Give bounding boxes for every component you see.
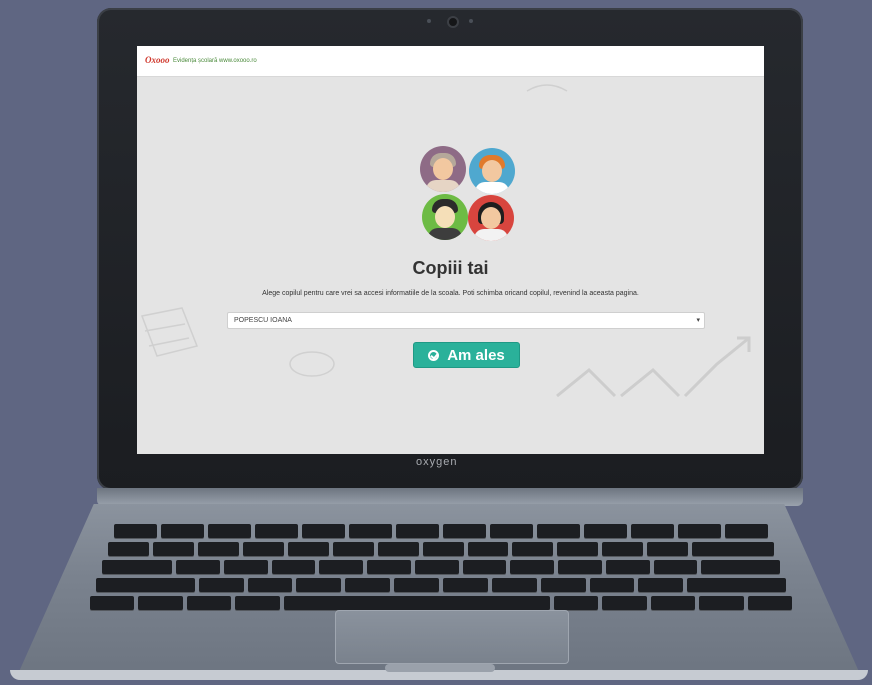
- laptop-touchpad: [335, 610, 569, 664]
- webcam-icon: [447, 16, 459, 28]
- children-avatar-group: [420, 146, 516, 244]
- laptop-keyboard: [90, 524, 793, 618]
- sensor-dot-right: [469, 19, 473, 23]
- avatar-grandmother: [420, 146, 466, 192]
- page-title: Copiii tai: [412, 258, 489, 278]
- check-circle-icon: [428, 349, 440, 361]
- avatar-girl: [468, 195, 514, 241]
- background-doodles: [140, 84, 751, 398]
- chevron-down-icon[interactable]: ▾: [696, 316, 700, 324]
- avatar-boy: [469, 148, 515, 194]
- child-select[interactable]: POPESCU IOANA ▾: [227, 312, 705, 329]
- laptop-screen: Oxooo Evidența școlară www.oxooo.ro Copi…: [137, 46, 764, 454]
- laptop-hinge: [97, 488, 803, 506]
- laptop-brand-label: oxygen: [416, 456, 458, 468]
- sensor-dot-left: [427, 19, 431, 23]
- child-select-value: POPESCU IOANA: [234, 317, 292, 324]
- confirm-child-button[interactable]: Am ales: [413, 342, 520, 368]
- laptop-front-notch: [385, 664, 495, 672]
- confirm-child-button-label: Am ales: [447, 346, 505, 364]
- page-subtitle: Alege copilul pentru care vrei sa accesi…: [262, 290, 639, 297]
- avatar-man-with-hat: [422, 194, 468, 240]
